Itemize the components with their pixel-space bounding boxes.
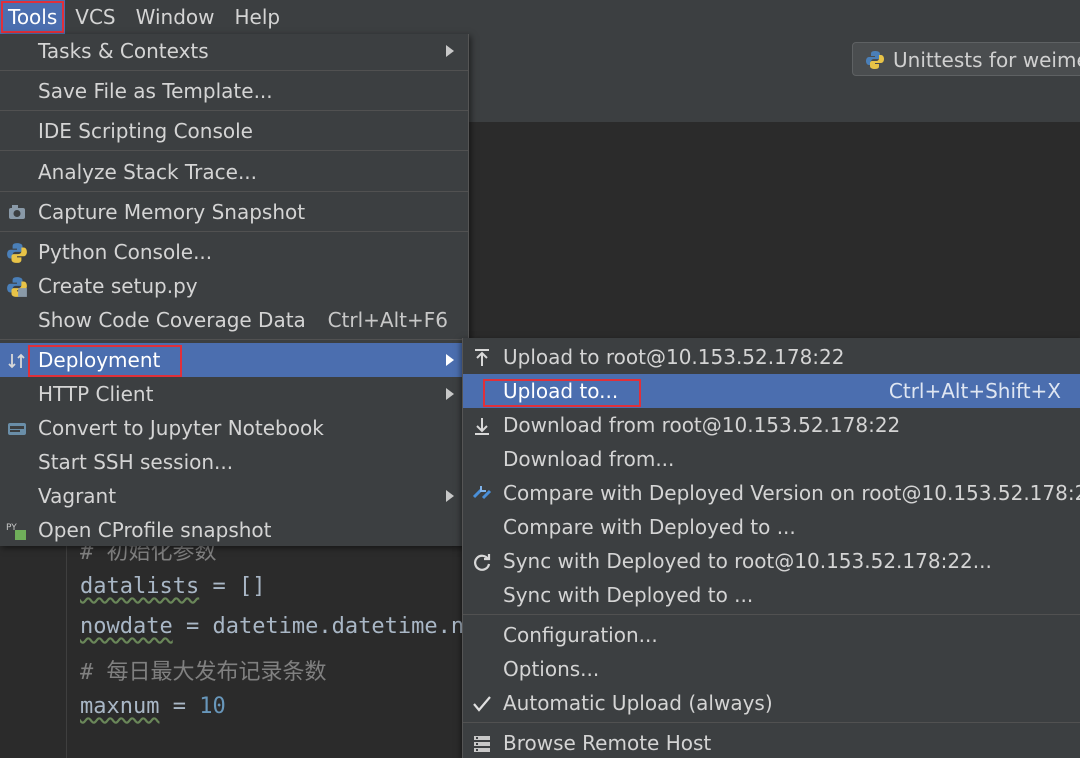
submenu-item-sync-with-deployed-default[interactable]: Sync with Deployed to root@10.153.52.178… bbox=[463, 544, 1080, 578]
menu-separator bbox=[0, 191, 468, 192]
submenu-item-compare-with-deployed-default[interactable]: Compare with Deployed Version on root@10… bbox=[463, 476, 1080, 510]
code-line-datalists: datalists = [] bbox=[80, 574, 266, 599]
run-configuration-label: Unittests for weimen bbox=[893, 48, 1080, 72]
cprofile-icon: PY bbox=[6, 523, 26, 540]
compare-icon bbox=[472, 486, 492, 500]
menu-item-save-file-as-template[interactable]: Save File as Template... bbox=[0, 74, 468, 108]
deployment-icon bbox=[8, 353, 25, 369]
gutter-divider bbox=[66, 540, 67, 758]
code-line-maxnum: maxnum = 10 bbox=[80, 694, 226, 719]
checkmark-icon bbox=[473, 696, 491, 712]
menu-bar: Tools VCS Window Help bbox=[0, 0, 1080, 34]
menu-item-start-ssh-session[interactable]: Start SSH session... bbox=[0, 445, 468, 479]
submenu-item-browse-remote-host[interactable]: Browse Remote Host bbox=[463, 726, 1080, 758]
ide-window: Tools VCS Window Help Unittests for weim… bbox=[0, 0, 1080, 758]
menu-tools[interactable]: Tools bbox=[0, 0, 66, 34]
submenu-item-download-from-default[interactable]: Download from root@10.153.52.178:22 bbox=[463, 408, 1080, 442]
menu-vcs[interactable]: VCS bbox=[65, 0, 125, 34]
submenu-arrow-icon bbox=[446, 490, 454, 502]
menu-separator bbox=[0, 231, 468, 232]
submenu-arrow-icon bbox=[446, 45, 454, 57]
submenu-item-automatic-upload[interactable]: Automatic Upload (always) bbox=[463, 686, 1080, 720]
upload-icon bbox=[475, 349, 489, 366]
menu-separator bbox=[0, 150, 468, 151]
python-icon bbox=[866, 51, 884, 69]
menu-item-create-setup-py[interactable]: Create setup.py bbox=[0, 269, 468, 303]
jupyter-notebook-icon bbox=[8, 423, 26, 435]
menu-item-analyze-stack-trace[interactable]: Analyze Stack Trace... bbox=[0, 155, 468, 189]
menu-item-show-code-coverage-data[interactable]: Show Code Coverage Data Ctrl+Alt+F6 bbox=[0, 303, 468, 337]
menu-item-open-cprofile-snapshot[interactable]: PY Open CProfile snapshot bbox=[0, 513, 468, 547]
menu-separator bbox=[0, 110, 468, 111]
submenu-arrow-icon bbox=[446, 354, 454, 366]
code-editor[interactable] bbox=[0, 540, 470, 758]
highlight-box-deployment bbox=[28, 345, 182, 377]
submenu-item-upload-to-default[interactable]: Upload to root@10.153.52.178:22 bbox=[463, 340, 1080, 374]
deployment-submenu: Upload to root@10.153.52.178:22 Upload t… bbox=[462, 338, 1080, 758]
menu-separator bbox=[0, 339, 468, 340]
menu-separator bbox=[0, 70, 468, 71]
code-line-comment-max: # 每日最大发布记录条数 bbox=[80, 660, 327, 685]
menu-item-ide-scripting-console[interactable]: IDE Scripting Console bbox=[0, 114, 468, 148]
submenu-item-sync-with-deployed[interactable]: Sync with Deployed to ... bbox=[463, 578, 1080, 612]
menu-separator bbox=[463, 722, 1080, 723]
menu-window[interactable]: Window bbox=[126, 0, 225, 34]
editor-background bbox=[466, 122, 1080, 338]
submenu-item-options[interactable]: Options... bbox=[463, 652, 1080, 686]
code-line-nowdate: nowdate = datetime.datetime.no bbox=[80, 614, 478, 639]
shortcut-label: Ctrl+Alt+F6 bbox=[327, 308, 448, 332]
menu-separator bbox=[463, 614, 1080, 615]
menu-item-http-client[interactable]: HTTP Client bbox=[0, 377, 468, 411]
submenu-arrow-icon bbox=[446, 388, 454, 400]
menu-item-tasks-contexts[interactable]: Tasks & Contexts bbox=[0, 34, 468, 68]
submenu-item-configuration[interactable]: Configuration... bbox=[463, 618, 1080, 652]
submenu-item-download-from[interactable]: Download from... bbox=[463, 442, 1080, 476]
menu-item-vagrant[interactable]: Vagrant bbox=[0, 479, 468, 513]
run-configuration-selector[interactable]: Unittests for weimen bbox=[852, 42, 1080, 76]
download-icon bbox=[475, 418, 489, 435]
remote-host-icon bbox=[474, 736, 490, 752]
shortcut-label: Ctrl+Alt+Shift+X bbox=[888, 379, 1061, 403]
python-icon bbox=[7, 243, 27, 263]
sync-icon bbox=[474, 554, 491, 571]
highlight-box-upload-to bbox=[483, 379, 641, 407]
submenu-item-compare-with-deployed[interactable]: Compare with Deployed to ... bbox=[463, 510, 1080, 544]
tools-menu: Tasks & Contexts Save File as Template..… bbox=[0, 34, 469, 546]
menu-item-capture-memory-snapshot[interactable]: Capture Memory Snapshot bbox=[0, 195, 468, 229]
menu-help[interactable]: Help bbox=[224, 0, 290, 34]
python-setup-icon bbox=[7, 277, 27, 297]
menu-item-python-console[interactable]: Python Console... bbox=[0, 235, 468, 269]
memory-snapshot-icon bbox=[9, 205, 25, 219]
menu-item-convert-to-jupyter[interactable]: Convert to Jupyter Notebook bbox=[0, 411, 468, 445]
